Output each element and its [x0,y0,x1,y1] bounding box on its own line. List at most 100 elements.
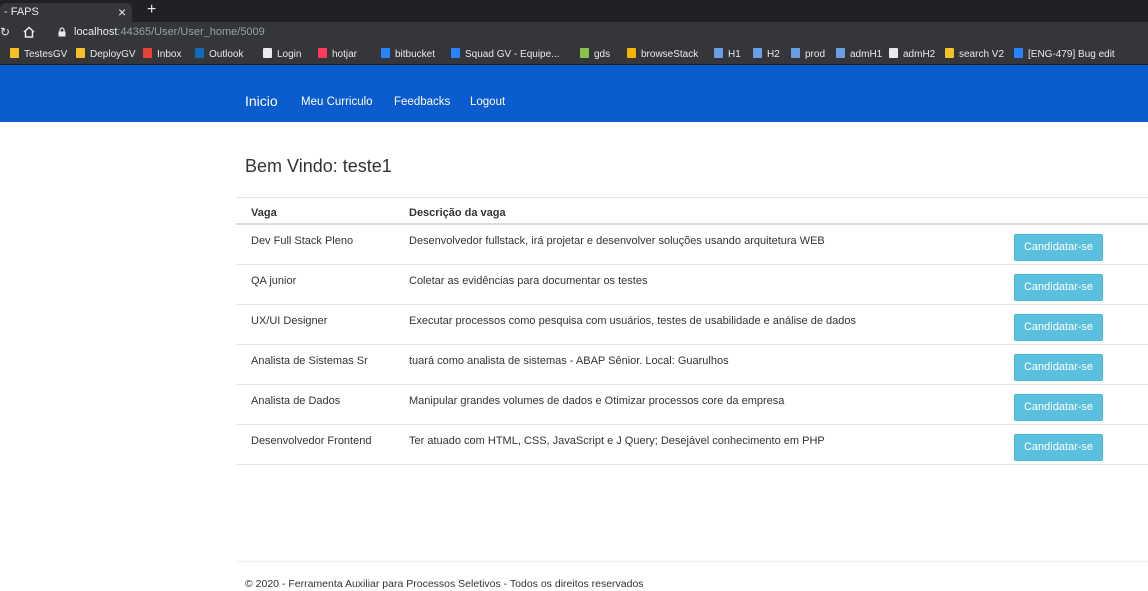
folder-icon [76,48,85,58]
table-row: QA junior Coletar as evidências para docu… [236,265,1148,305]
url-host: localhost [74,26,118,38]
bookmark-label: hotjar [332,49,358,60]
candidatar-button[interactable]: Candidatar-se [1014,234,1103,261]
browser-tab[interactable]: - FAPS × [0,3,132,22]
folder-icon [10,48,19,58]
close-tab-icon[interactable]: × [118,5,126,19]
bookmark-label: TestesGV [24,49,68,60]
footer-text: © 2020 - Ferramenta Auxiliar para Proces… [245,578,644,590]
bookmark-item[interactable]: Squad GV - Equipe... [451,48,560,61]
bookmark-item[interactable]: Outlook [195,48,243,61]
cell-descricao: Ter atuado com HTML, CSS, JavaScript e J… [409,435,825,447]
browser-tab-strip: - FAPS × + [0,0,1148,22]
bookmark-item[interactable]: H1 [714,48,741,61]
gmail-icon [143,48,152,58]
bookmark-item[interactable]: admH1 [836,48,882,61]
cell-vaga: QA junior [251,275,297,287]
bookmark-label: H1 [728,49,741,60]
cell-descricao: tuará como analista de sistemas - ABAP S… [409,355,729,367]
table-row: Desenvolvedor Frontend Ter atuado com HTM… [236,425,1148,465]
candidatar-button[interactable]: Candidatar-se [1014,434,1103,461]
flag-icon [791,48,800,58]
cell-descricao: Coletar as evidências para documentar os… [409,275,648,287]
jira-icon [451,48,460,58]
bookmark-label: Login [277,49,302,60]
bookmark-item[interactable]: admH2 [889,48,935,61]
bookmark-item[interactable]: hotjar [318,48,357,61]
bookmark-label: browseStack [641,49,699,60]
bookmark-label: H2 [767,49,780,60]
tab-title: - FAPS [4,6,39,18]
folder-icon [945,48,954,58]
cell-vaga: Dev Full Stack Pleno [251,235,354,247]
browser-address-bar: ↻ localhost:44365/User/User_home/5009 [0,22,1148,44]
bookmark-label: admH2 [903,49,936,60]
bookmark-item[interactable]: prod [791,48,825,61]
header-vaga: Vaga [251,207,277,219]
bookmark-item[interactable]: TestesGV [10,48,67,61]
nav-brand-inicio[interactable]: Inicio [245,93,278,109]
lock-icon[interactable] [58,27,66,37]
bookmark-label: bitbucket [395,49,436,60]
bookmark-label: gds [594,49,611,60]
bookmark-item[interactable]: [ENG-479] Bug edit [1014,48,1115,61]
table-body: Dev Full Stack Pleno Desenvolvedor fullst… [236,225,1148,465]
hotjar-icon [318,48,327,58]
table-row: Analista de Dados Manipular grandes volum… [236,385,1148,425]
candidatar-button[interactable]: Candidatar-se [1014,394,1103,421]
candidatar-button[interactable]: Candidatar-se [1014,274,1103,301]
cell-descricao: Manipular grandes volumes de dados e Oti… [409,395,785,407]
bookmark-label: [ENG-479] Bug edit [1028,49,1115,60]
globe-icon [889,48,898,58]
table-row: Analista de Sistemas Sr tuará como analis… [236,345,1148,385]
bookmark-label: admH1 [850,49,883,60]
home-icon[interactable] [22,25,36,39]
cell-vaga: Analista de Dados [251,395,341,407]
nav-link-meu-curriculo[interactable]: Meu Curriculo [301,95,373,109]
flag-icon [753,48,762,58]
bookmark-item[interactable]: H2 [753,48,780,61]
reload-icon[interactable]: ↻ [0,26,10,38]
bookmark-label: Outlook [209,49,244,60]
welcome-user: teste1 [342,156,392,176]
welcome-prefix: Bem Vindo: [245,156,343,176]
bookmark-label: Squad GV - Equipe... [465,49,560,60]
bookmark-item[interactable]: DeployGV [76,48,136,61]
bookmarks-bar: TestesGV DeployGV Inbox Outlook Login hotjar b… [0,44,1148,65]
bookmark-item[interactable]: browseStack [627,48,698,61]
jobs-table: Vaga Descrição da vaga Dev Full Stack Pl… [236,197,1148,465]
outlook-icon [195,48,204,58]
cell-descricao: Executar processos como pesquisa com usu… [409,315,856,327]
bookmark-label: Inbox [157,49,182,60]
bookmark-item[interactable]: gds [580,48,610,61]
nav-link-logout[interactable]: Logout [470,95,505,109]
cell-vaga: UX/UI Designer [251,315,328,327]
bookmark-label: search V2 [959,49,1005,60]
flag-icon [836,48,845,58]
table-row: Dev Full Stack Pleno Desenvolvedor fullst… [236,225,1148,265]
new-tab-icon[interactable]: + [147,2,156,18]
bookmark-label: prod [805,49,826,60]
header-descricao: Descrição da vaga [409,207,506,219]
cell-vaga: Desenvolvedor Frontend [251,435,372,447]
cell-vaga: Analista de Sistemas Sr [251,355,368,367]
gds-icon [580,48,589,58]
bookmark-item[interactable]: Login [263,48,301,61]
table-header: Vaga Descrição da vaga [236,198,1148,225]
url-path: :44365/User/User_home/5009 [117,26,265,38]
table-row: UX/UI Designer Executar processos como pe… [236,305,1148,345]
flag-icon [714,48,723,58]
nav-link-feedbacks[interactable]: Feedbacks [394,95,450,109]
bookmark-item[interactable]: search V2 [945,48,1004,61]
page-title: Bem Vindo: teste1 [245,155,392,177]
cell-descricao: Desenvolvedor fullstack, irá projetar e … [409,235,825,247]
app-navbar: Inicio Meu Curriculo Feedbacks Logout [0,65,1148,122]
url-field[interactable]: localhost:44365/User/User_home/5009 [74,26,265,39]
bookmark-item[interactable]: Inbox [143,48,181,61]
footer-divider [236,561,1148,562]
candidatar-button[interactable]: Candidatar-se [1014,314,1103,341]
candidatar-button[interactable]: Candidatar-se [1014,354,1103,381]
bookmark-label: DeployGV [90,49,136,60]
bookmark-item[interactable]: bitbucket [381,48,435,61]
browserstack-icon [627,48,636,58]
